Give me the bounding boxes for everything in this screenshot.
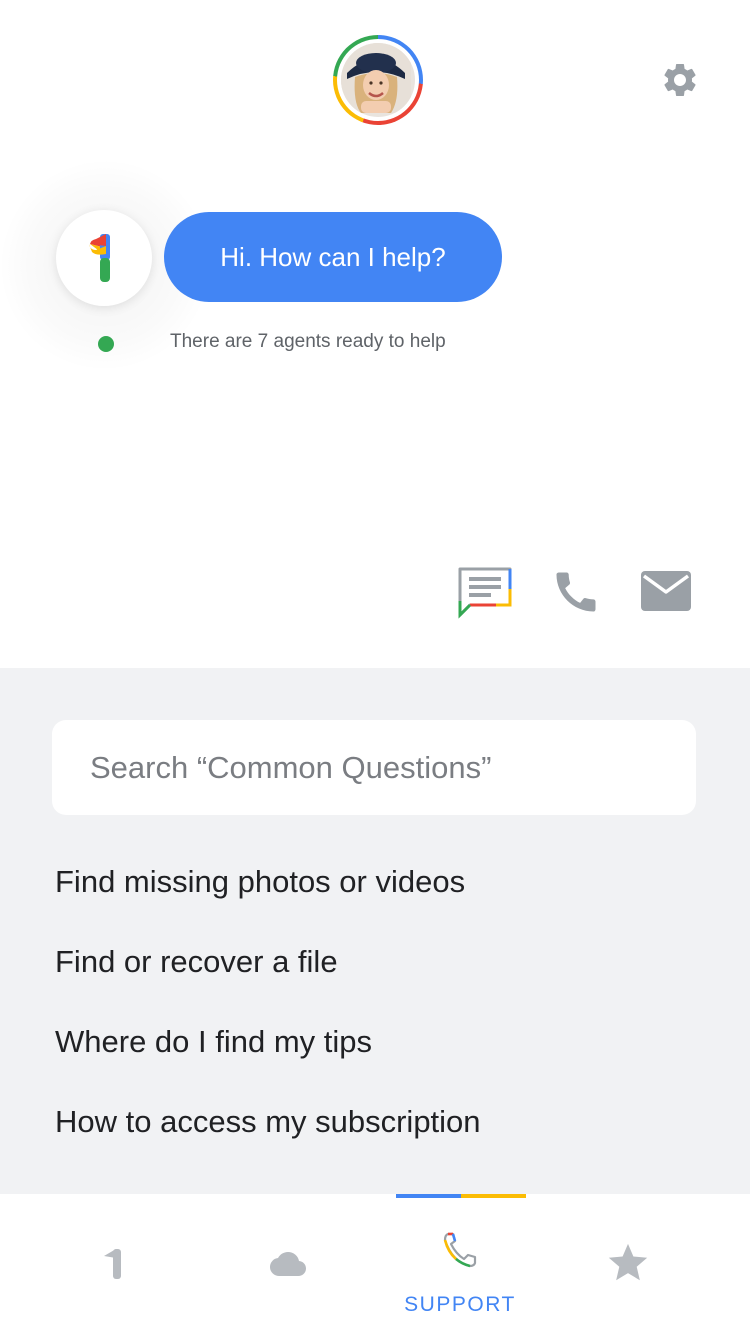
search-input[interactable]: [90, 749, 696, 786]
google-one-logo-icon: [56, 210, 152, 306]
greeting-text: Hi. How can I help?: [220, 241, 446, 272]
mail-icon[interactable]: [640, 570, 692, 612]
online-status-dot: [98, 336, 114, 352]
agents-status-text: There are 7 agents ready to help: [170, 331, 446, 352]
phone-icon[interactable]: [550, 566, 602, 618]
greeting-bubble: Hi. How can I help?: [164, 212, 502, 302]
user-avatar[interactable]: [333, 35, 423, 125]
avatar-photo: [341, 43, 415, 117]
faq-item-find-tips[interactable]: Where do I find my tips: [55, 1024, 372, 1060]
search-box[interactable]: [52, 720, 696, 815]
gear-icon[interactable]: [660, 60, 700, 100]
tab-support-label: SUPPORT: [404, 1293, 516, 1316]
assistant-panel: Hi. How can I help? There are 7 agents r…: [0, 0, 750, 668]
chat-icon[interactable]: [456, 565, 514, 619]
tab-storage[interactable]: [230, 1194, 350, 1334]
bottom-tab-bar: SUPPORT: [0, 1194, 750, 1334]
google-one-icon: [104, 1249, 121, 1279]
faq-item-missing-photos[interactable]: Find missing photos or videos: [55, 864, 465, 900]
tab-home[interactable]: [0, 1194, 230, 1334]
tab-benefits[interactable]: [560, 1194, 700, 1334]
faq-item-recover-file[interactable]: Find or recover a file: [55, 944, 338, 980]
common-questions-panel: Find missing photos or videos Find or re…: [0, 668, 750, 1194]
faq-item-access-subscription[interactable]: How to access my subscription: [55, 1104, 481, 1140]
support-phone-icon: [443, 1232, 477, 1268]
star-icon: [608, 1243, 648, 1281]
cloud-icon: [270, 1252, 306, 1276]
